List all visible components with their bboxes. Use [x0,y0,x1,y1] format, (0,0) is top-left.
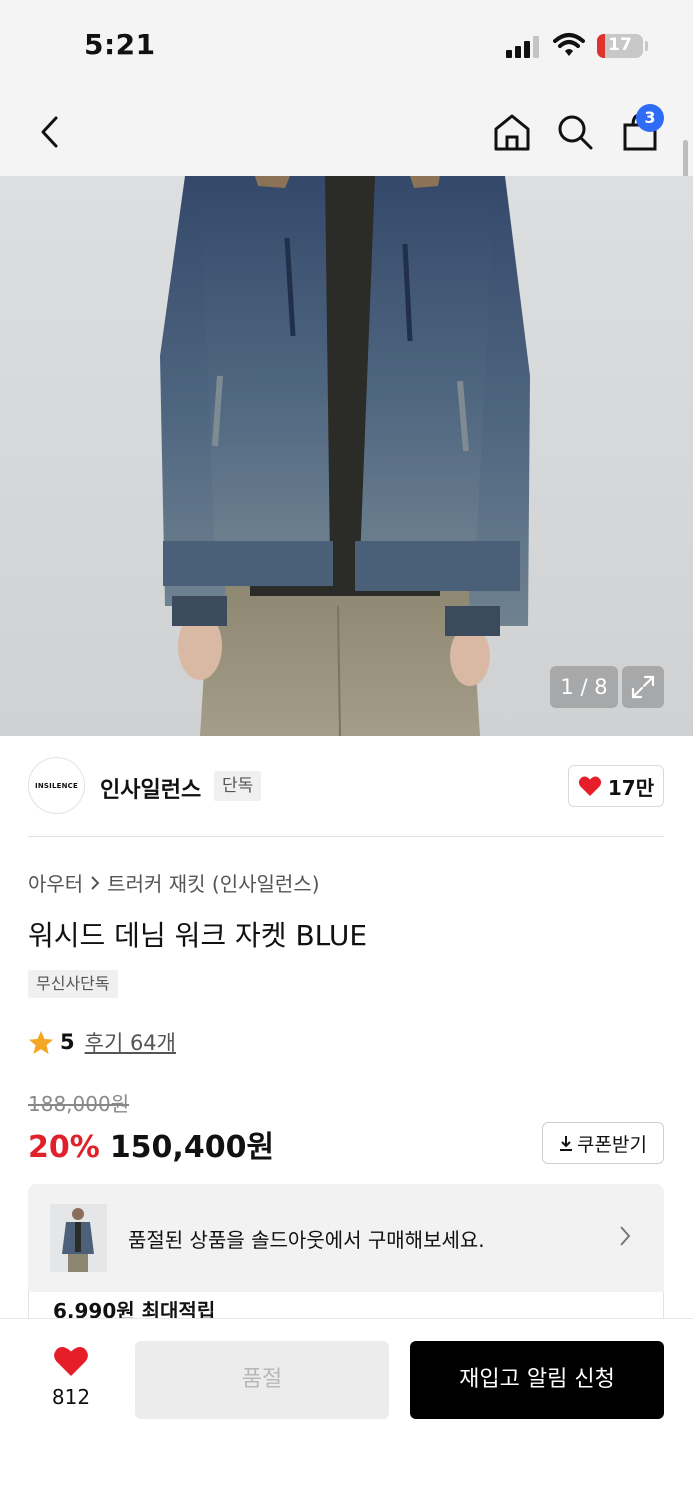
bottom-action-bar: 812 품절 재입고 알림 신청 [0,1318,693,1500]
product-title: 워시드 데님 워크 자켓 BLUE [28,919,368,952]
coupon-label: 쿠폰받기 [577,1133,647,1156]
sale-price: 150,400원 [109,1130,275,1165]
cart-count-badge: 3 [636,104,664,132]
brand-name[interactable]: 인사일런스 [100,772,201,804]
product-image[interactable] [0,176,693,736]
soldout-button: 품절 [135,1341,389,1419]
wishlist-count: 812 [51,1385,91,1409]
divider [28,836,664,837]
search-button[interactable] [553,110,597,154]
top-nav-bar [0,90,693,176]
back-button[interactable] [28,110,72,154]
download-icon [560,1136,573,1151]
soldout-banner[interactable]: 품절된 상품을 솔드아웃에서 구매해보세요. [28,1184,664,1292]
battery-level: 17 [608,35,632,55]
banner-thumbnail [50,1204,107,1272]
banner-text: 품절된 상품을 솔드아웃에서 구매해보세요. [128,1228,485,1252]
wishlist-button[interactable]: 812 [36,1345,106,1409]
price-row: 20% 150,400원 [28,1122,274,1166]
chevron-right-icon [620,1226,631,1246]
brand-logo-text: INSILENCE [35,781,78,790]
home-icon [494,114,530,151]
restock-alert-button[interactable]: 재입고 알림 신청 [410,1341,664,1419]
expand-icon [631,675,655,699]
breadcrumb-subcategory[interactable]: 트러커 재킷 (인사일런스) [107,868,319,897]
back-arrow-icon [41,116,58,148]
original-price: 188,000원 [28,1092,130,1116]
discount-rate: 20% [28,1130,100,1165]
brand-like-count: 17만 [607,775,655,800]
home-button[interactable] [490,110,534,154]
battery-tip [645,41,648,51]
status-bar: 5:21 17 [0,0,693,90]
breadcrumb: 아우터 트러커 재킷 (인사일런스) [28,868,320,897]
status-time: 5:21 [84,28,156,61]
rating-score: 5 [60,1030,75,1054]
coupon-button[interactable]: 쿠폰받기 [542,1122,664,1164]
search-icon [558,115,593,150]
breadcrumb-category[interactable]: 아우터 [28,868,83,897]
brand-like-button[interactable]: 17만 [568,765,664,807]
rating: 5 후기 64개 [28,1027,176,1057]
heart-icon [578,776,602,796]
image-counter: 1 / 8 [550,666,618,708]
exclusive-badge: 무신사단독 [28,970,118,998]
heart-icon [54,1347,88,1376]
chevron-right-icon [91,875,100,890]
brand-logo[interactable]: INSILENCE [28,757,85,814]
review-link[interactable]: 후기 64개 [85,1027,176,1057]
battery-indicator: 17 [597,34,643,58]
wifi-icon [553,33,585,56]
expand-button[interactable] [622,666,664,708]
product-photo-jacket [0,176,693,736]
star-icon [29,1030,53,1054]
brand-exclusive-tag: 단독 [214,771,262,801]
cellular-signal-icon [506,36,542,58]
